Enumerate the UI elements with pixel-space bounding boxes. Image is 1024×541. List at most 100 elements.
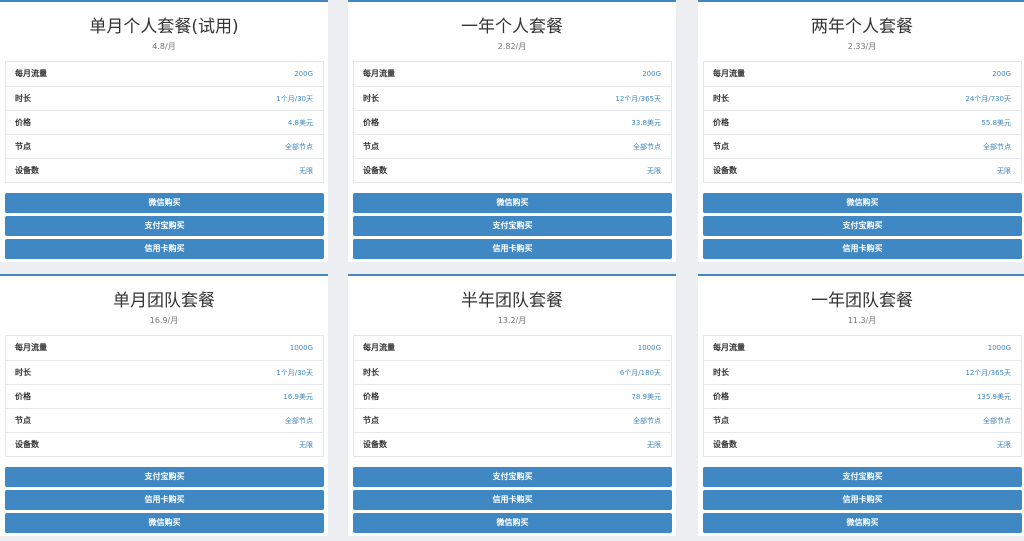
spec-row-devices: 设备数 无限	[704, 158, 1021, 182]
alipay-buy-button[interactable]: 支付宝购买	[703, 216, 1022, 236]
spec-row-price: 价格 135.9美元	[704, 384, 1021, 408]
spec-value: 无限	[299, 440, 313, 449]
spec-label: 价格	[15, 117, 31, 127]
wechat-buy-button[interactable]: 微信购买	[353, 513, 672, 533]
alipay-buy-button[interactable]: 支付宝购买	[5, 216, 324, 236]
spec-label: 时长	[363, 367, 379, 377]
spec-row-duration: 时长 24个月/730天	[704, 86, 1021, 110]
plan-monthly-price: 11.3/月	[847, 316, 877, 325]
spec-value: 6个月/180天	[619, 368, 661, 377]
credit-card-buy-button[interactable]: 信用卡购买	[353, 490, 672, 510]
plan-card-two-year-personal: 两年个人套餐 2.33/月 每月流量 200G 时长 24个月/730天 价格 …	[698, 0, 1024, 262]
plan-spec-list: 每月流量 1000G 时长 12个月/365天 价格 135.9美元 节点 全部…	[703, 335, 1022, 457]
credit-card-buy-button[interactable]: 信用卡购买	[353, 239, 672, 259]
spec-value: 全部节点	[285, 142, 313, 151]
spec-label: 价格	[713, 117, 729, 127]
spec-row-price: 价格 78.9美元	[354, 384, 671, 408]
purchase-button-group: 微信购买 支付宝购买 信用卡购买	[703, 193, 1022, 262]
plan-spec-list: 每月流量 1000G 时长 1个月/30天 价格 16.9美元 节点 全部节点 …	[5, 335, 324, 457]
spec-value: 全部节点	[983, 142, 1011, 151]
spec-value: 135.9美元	[976, 392, 1011, 401]
plan-card-monthly-personal-trial: 单月个人套餐(试用) 4.8/月 每月流量 200G 时长 1个月/30天 价格…	[0, 0, 328, 262]
spec-value: 无限	[647, 440, 661, 449]
purchase-button-group: 支付宝购买 信用卡购买 微信购买	[353, 467, 672, 536]
spec-row-duration: 时长 1个月/30天	[6, 86, 323, 110]
spec-label: 价格	[363, 117, 379, 127]
spec-value: 无限	[997, 440, 1011, 449]
spec-label: 时长	[363, 93, 379, 103]
spec-row-nodes: 节点 全部节点	[704, 408, 1021, 432]
spec-row-duration: 时长 6个月/180天	[354, 360, 671, 384]
spec-value: 1000G	[289, 344, 313, 352]
spec-row-traffic: 每月流量 200G	[704, 62, 1021, 86]
spec-row-price: 价格 16.9美元	[6, 384, 323, 408]
spec-row-devices: 设备数 无限	[354, 158, 671, 182]
spec-value: 全部节点	[633, 142, 661, 151]
spec-value: 4.8美元	[287, 118, 313, 127]
spec-row-traffic: 每月流量 200G	[6, 62, 323, 86]
spec-value: 33.8美元	[631, 118, 661, 127]
spec-value: 12个月/365天	[615, 94, 661, 103]
wechat-buy-button[interactable]: 微信购买	[703, 193, 1022, 213]
spec-value: 55.8美元	[981, 118, 1011, 127]
wechat-buy-button[interactable]: 微信购买	[5, 513, 324, 533]
spec-row-price: 价格 4.8美元	[6, 110, 323, 134]
spec-label: 时长	[713, 93, 729, 103]
plan-title: 单月个人套餐(试用)	[89, 17, 239, 37]
spec-label: 时长	[713, 367, 729, 377]
spec-row-nodes: 节点 全部节点	[354, 134, 671, 158]
spec-value: 全部节点	[285, 416, 313, 425]
alipay-buy-button[interactable]: 支付宝购买	[353, 216, 672, 236]
spec-row-devices: 设备数 无限	[6, 158, 323, 182]
spec-value: 全部节点	[633, 416, 661, 425]
spec-value: 无限	[647, 166, 661, 175]
spec-row-price: 价格 33.8美元	[354, 110, 671, 134]
spec-row-price: 价格 55.8美元	[704, 110, 1021, 134]
spec-row-duration: 时长 12个月/365天	[704, 360, 1021, 384]
plan-title: 两年个人套餐	[811, 17, 913, 37]
spec-row-traffic: 每月流量 1000G	[6, 336, 323, 360]
spec-row-traffic: 每月流量 1000G	[354, 336, 671, 360]
spec-label: 节点	[15, 415, 31, 425]
spec-row-devices: 设备数 无限	[704, 432, 1021, 456]
purchase-button-group: 支付宝购买 信用卡购买 微信购买	[5, 467, 324, 536]
credit-card-buy-button[interactable]: 信用卡购买	[703, 239, 1022, 259]
plan-card-monthly-team: 单月团队套餐 16.9/月 每月流量 1000G 时长 1个月/30天 价格 1…	[0, 274, 328, 536]
spec-label: 设备数	[713, 165, 737, 175]
spec-value: 12个月/365天	[965, 368, 1011, 377]
spec-row-nodes: 节点 全部节点	[354, 408, 671, 432]
plan-monthly-price: 16.9/月	[149, 316, 179, 325]
credit-card-buy-button[interactable]: 信用卡购买	[5, 490, 324, 510]
purchase-button-group: 微信购买 支付宝购买 信用卡购买	[353, 193, 672, 262]
alipay-buy-button[interactable]: 支付宝购买	[5, 467, 324, 487]
spec-label: 每月流量	[713, 69, 745, 78]
spec-label: 每月流量	[363, 343, 395, 352]
spec-value: 1个月/30天	[276, 94, 313, 103]
plan-grid: 单月个人套餐(试用) 4.8/月 每月流量 200G 时长 1个月/30天 价格…	[0, 0, 1024, 541]
wechat-buy-button[interactable]: 微信购买	[703, 513, 1022, 533]
spec-value: 200G	[294, 70, 313, 78]
spec-row-nodes: 节点 全部节点	[6, 408, 323, 432]
spec-label: 每月流量	[713, 343, 745, 352]
purchase-button-group: 支付宝购买 信用卡购买 微信购买	[703, 467, 1022, 536]
spec-row-nodes: 节点 全部节点	[704, 134, 1021, 158]
plan-card-half-year-team: 半年团队套餐 13.2/月 每月流量 1000G 时长 6个月/180天 价格 …	[348, 274, 676, 536]
plan-title: 一年团队套餐	[811, 291, 913, 311]
spec-label: 时长	[15, 367, 31, 377]
alipay-buy-button[interactable]: 支付宝购买	[353, 467, 672, 487]
spec-value: 全部节点	[983, 416, 1011, 425]
spec-row-duration: 时长 12个月/365天	[354, 86, 671, 110]
spec-label: 时长	[15, 93, 31, 103]
plan-card-yearly-team: 一年团队套餐 11.3/月 每月流量 1000G 时长 12个月/365天 价格…	[698, 274, 1024, 536]
alipay-buy-button[interactable]: 支付宝购买	[703, 467, 1022, 487]
plan-monthly-price: 13.2/月	[497, 316, 527, 325]
plan-monthly-price: 2.82/月	[497, 42, 527, 51]
plan-monthly-price: 4.8/月	[152, 42, 176, 51]
plan-spec-list: 每月流量 200G 时长 1个月/30天 价格 4.8美元 节点 全部节点 设备…	[5, 61, 324, 183]
credit-card-buy-button[interactable]: 信用卡购买	[703, 490, 1022, 510]
credit-card-buy-button[interactable]: 信用卡购买	[5, 239, 324, 259]
wechat-buy-button[interactable]: 微信购买	[353, 193, 672, 213]
spec-row-duration: 时长 1个月/30天	[6, 360, 323, 384]
plan-title: 半年团队套餐	[461, 291, 563, 311]
wechat-buy-button[interactable]: 微信购买	[5, 193, 324, 213]
